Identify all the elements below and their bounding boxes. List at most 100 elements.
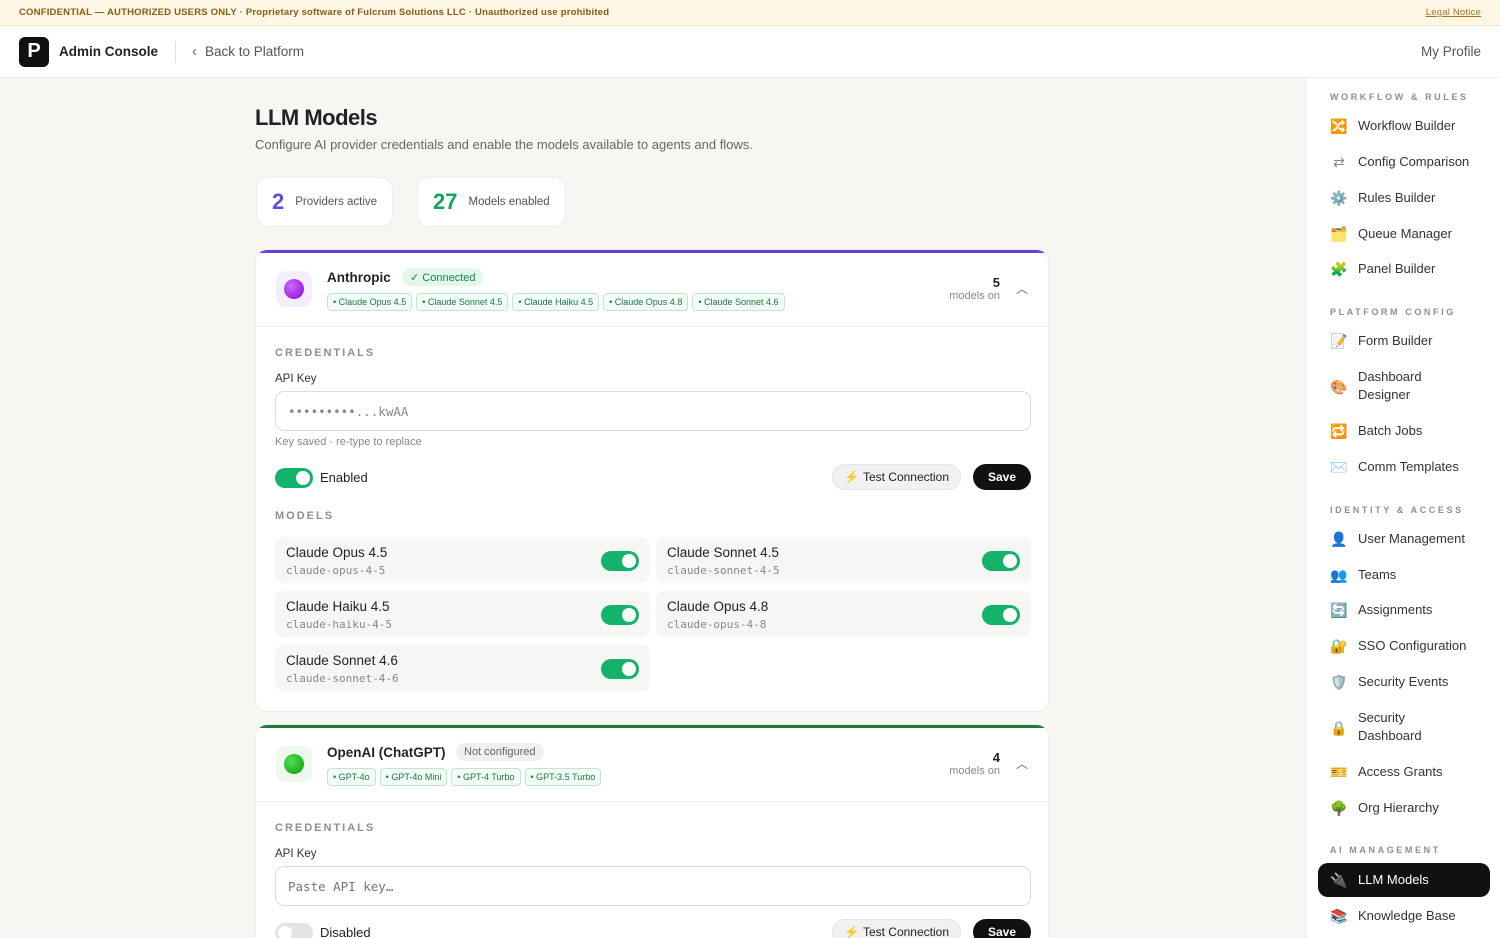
model-toggle[interactable]: [601, 551, 639, 571]
sidebar-item-label: Org Hierarchy: [1358, 800, 1439, 815]
sidebar-item-form-builder[interactable]: 📝 Form Builder: [1318, 332, 1490, 350]
chevron-up-icon[interactable]: ︿: [1016, 755, 1028, 772]
model-row: Claude Opus 4.5 claude-opus-4-5: [275, 537, 650, 583]
my-profile-link[interactable]: My Profile: [1421, 44, 1481, 59]
sidebar-item-batch-jobs[interactable]: 🔁 Batch Jobs: [1318, 422, 1490, 440]
sidebar-item-sso-configuration[interactable]: 🔐 SSO Configuration: [1318, 637, 1490, 655]
sidebar-item-label: Workflow Builder: [1358, 118, 1456, 133]
back-to-platform-link[interactable]: ‹ Back to Platform: [192, 43, 304, 60]
divider: [175, 40, 177, 63]
model-chips: • Claude Opus 4.5 • Claude Sonnet 4.5 • …: [327, 293, 785, 311]
sidebar-item-knowledge-base[interactable]: 📚 Knowledge Base: [1318, 907, 1490, 925]
sidebar-item-user-management[interactable]: 👤 User Management: [1318, 530, 1490, 548]
test-connection-button[interactable]: ⚡ Test Connection: [832, 919, 962, 938]
sidebar-item-comm-templates[interactable]: ✉️ Comm Templates: [1318, 458, 1490, 476]
sidebar-item-label: Assignments: [1358, 602, 1433, 617]
provider-avatar: [276, 271, 312, 307]
sidebar-item-label: User Management: [1358, 531, 1465, 546]
page-title: LLM Models: [255, 105, 378, 130]
test-connection-label: Test Connection: [862, 470, 950, 484]
sidebar-item-access-grants[interactable]: 🎫 Access Grants: [1318, 763, 1490, 781]
ticket-icon: 🎫: [1330, 764, 1348, 780]
sidebar-item-label: Teams: [1358, 567, 1397, 582]
sidebar-item-llm-models[interactable]: 🔌 LLM Models: [1318, 863, 1490, 897]
model-name: Claude Sonnet 4.6: [286, 653, 398, 668]
sidebar-item-label: Panel Builder: [1358, 261, 1436, 276]
sidebar: WORKFLOW & RULES 🔀 Workflow Builder ⇄ Co…: [1305, 78, 1500, 938]
provider-enabled-toggle[interactable]: [275, 468, 313, 488]
lightning-icon: ⚡: [844, 470, 859, 484]
palette-icon: 🎨: [1330, 379, 1348, 395]
sidebar-item-label: Knowledge Base: [1358, 908, 1456, 923]
model-row: Claude Haiku 4.5 claude-haiku-4-5: [275, 591, 650, 637]
provider-avatar: [276, 746, 312, 782]
sidebar-item-queue-manager[interactable]: 🗂️ Queue Manager: [1318, 225, 1490, 243]
save-button[interactable]: Save: [973, 919, 1032, 938]
api-key-input[interactable]: [275, 391, 1031, 431]
provider-header[interactable]: OpenAI (ChatGPT) Not configured • GPT-4o…: [256, 725, 1048, 802]
api-key-input[interactable]: [275, 866, 1031, 906]
sidebar-item-label: LLM Models: [1358, 872, 1429, 887]
stat-models-enabled: 27 Models enabled: [417, 177, 566, 227]
enabled-label: Enabled: [320, 470, 368, 485]
status-badge: Not configured: [456, 743, 544, 761]
model-toggle[interactable]: [982, 551, 1020, 571]
shield-icon: 🛡️: [1330, 674, 1348, 690]
disabled-label: Disabled: [320, 925, 371, 938]
sidebar-item-label: Security Events: [1358, 674, 1449, 689]
count-value: 4: [992, 750, 1000, 765]
tree-icon: 🌳: [1330, 800, 1348, 816]
provider-enabled-toggle[interactable]: [275, 923, 313, 938]
model-toggle[interactable]: [601, 605, 639, 625]
top-bar: P Admin Console ‹ Back to Platform My Pr…: [0, 26, 1500, 78]
sidebar-item-org-hierarchy[interactable]: 🌳 Org Hierarchy: [1318, 799, 1490, 817]
model-chip: • GPT-4o Mini: [379, 768, 448, 786]
sidebar-item-label: Batch Jobs: [1358, 423, 1423, 438]
save-button[interactable]: Save: [973, 464, 1032, 490]
model-chips: • GPT-4o • GPT-4o Mini • GPT-4 Turbo • G…: [327, 768, 602, 786]
model-row: Claude Sonnet 4.5 claude-sonnet-4-5: [656, 537, 1031, 583]
model-chip: • Claude Opus 4.8: [603, 293, 689, 311]
model-toggle[interactable]: [601, 659, 639, 679]
app-logo[interactable]: P: [19, 36, 49, 67]
envelope-icon: ✉️: [1330, 459, 1348, 475]
sidebar-item-panel-builder[interactable]: 🧩 Panel Builder: [1318, 260, 1490, 278]
legal-notice-link[interactable]: Legal Notice: [1426, 7, 1481, 18]
model-name: Claude Haiku 4.5: [286, 599, 390, 614]
model-name: Claude Opus 4.8: [667, 599, 769, 614]
credentials-heading: CREDENTIALS: [275, 347, 376, 359]
chevron-up-icon[interactable]: ︿: [1016, 280, 1028, 297]
models-on-count: 5 models on: [949, 275, 1000, 302]
test-connection-button[interactable]: ⚡ Test Connection: [832, 464, 962, 490]
main-content: LLM Models Configure AI provider credent…: [0, 78, 1305, 938]
chevron-left-icon: ‹: [192, 43, 198, 60]
model-toggle[interactable]: [982, 605, 1020, 625]
gear-icon: ⚙️: [1330, 190, 1348, 206]
sidebar-item-label: Rules Builder: [1358, 190, 1436, 205]
sidebar-item-rules-builder[interactable]: ⚙️ Rules Builder: [1318, 189, 1490, 207]
sidebar-item-label: SSO Configuration: [1358, 638, 1467, 653]
model-name: Claude Opus 4.5: [286, 545, 388, 560]
sidebar-item-assignments[interactable]: 🔄 Assignments: [1318, 601, 1490, 619]
sidebar-item-config-comparison[interactable]: ⇄ Config Comparison: [1318, 153, 1490, 171]
credentials-heading: CREDENTIALS: [275, 822, 376, 834]
model-row: Claude Opus 4.8 claude-opus-4-8: [656, 591, 1031, 637]
provider-card-openai: OpenAI (ChatGPT) Not configured • GPT-4o…: [255, 724, 1049, 938]
sidebar-item-label: Security Dashboard: [1358, 710, 1422, 743]
test-connection-label: Test Connection: [862, 925, 950, 938]
sidebar-group-label: PLATFORM CONFIG: [1330, 307, 1456, 317]
sidebar-item-dashboard-designer[interactable]: 🎨 Dashboard Designer: [1318, 368, 1490, 404]
sidebar-item-teams[interactable]: 👥 Teams: [1318, 566, 1490, 584]
sidebar-item-security-events[interactable]: 🛡️ Security Events: [1318, 673, 1490, 691]
sidebar-item-workflow-builder[interactable]: 🔀 Workflow Builder: [1318, 117, 1490, 135]
api-key-label: API Key: [275, 373, 317, 385]
lightning-icon: ⚡: [844, 925, 859, 938]
sidebar-item-security-dashboard[interactable]: 🔒 Security Dashboard: [1318, 709, 1490, 745]
sidebar-item-label: Config Comparison: [1358, 154, 1470, 169]
stat-value: 27: [433, 189, 458, 214]
workflow-icon: 🔀: [1330, 118, 1348, 134]
provider-header[interactable]: Anthropic ✓ Connected • Claude Opus 4.5 …: [256, 250, 1048, 327]
page-subtitle: Configure AI provider credentials and en…: [255, 137, 753, 152]
books-icon: 📚: [1330, 908, 1348, 924]
users-icon: 👥: [1330, 567, 1348, 583]
